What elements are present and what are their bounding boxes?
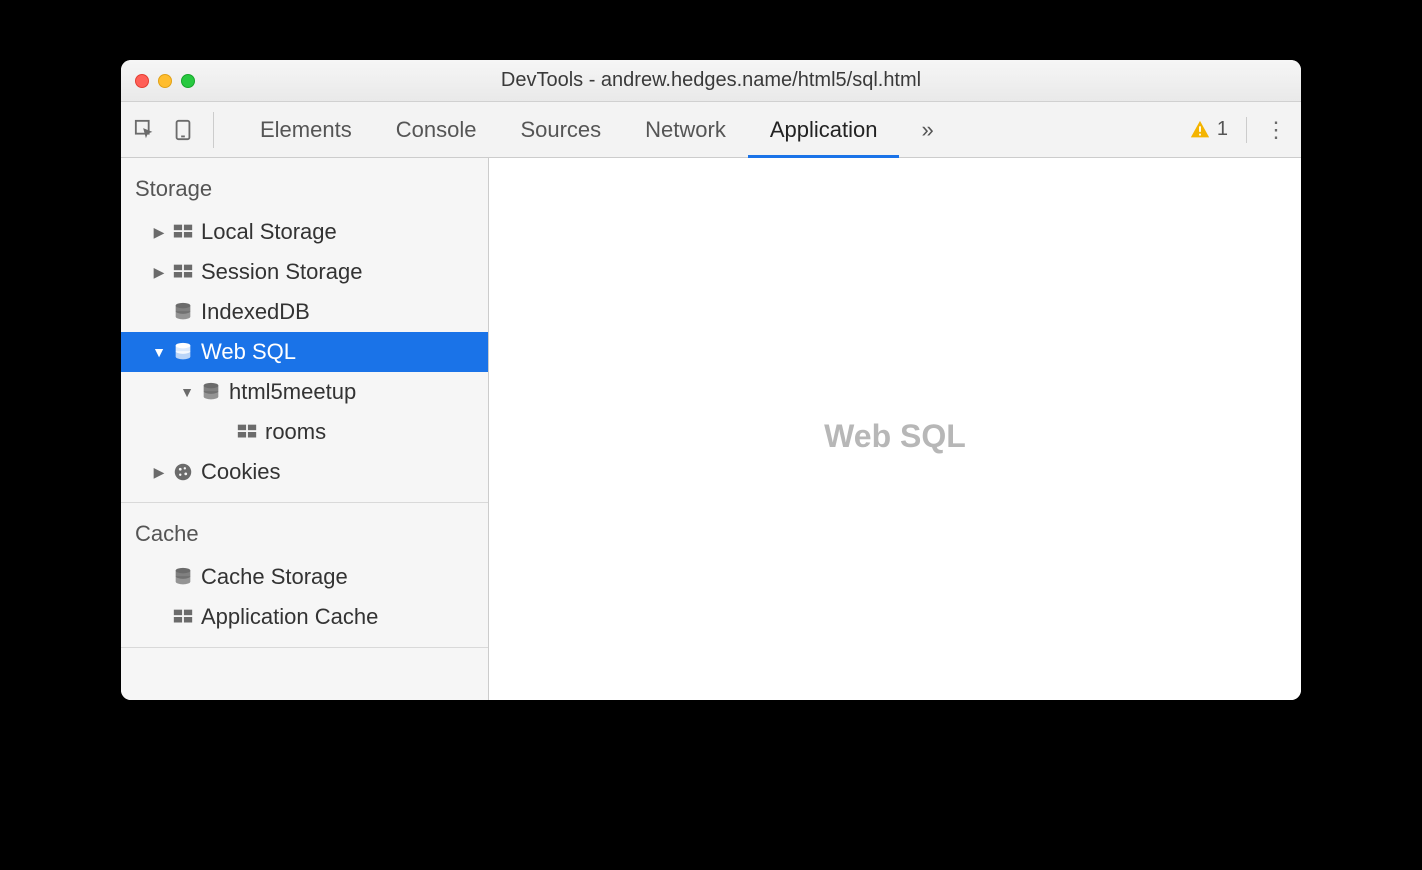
database-icon [171,300,195,324]
section-header-storage: Storage [121,158,488,212]
tree-item-label: rooms [265,419,326,445]
tree-item-session-storage[interactable]: ▶ Session Storage [121,252,488,292]
expand-icon: ▶ [153,224,165,241]
tree-item-label: Cache Storage [201,564,348,590]
minimize-window-button[interactable] [158,74,172,88]
tab-label: Application [770,117,878,143]
table-icon [171,605,195,629]
tree-item-local-storage[interactable]: ▶ Local Storage [121,212,488,252]
tree-item-label: Web SQL [201,339,296,365]
warning-count: 1 [1217,118,1228,141]
sidebar-section-cache: Cache ▶ Cache Storage ▶ Application Cach… [121,503,488,648]
device-toggle-icon[interactable] [171,118,195,142]
titlebar: DevTools - andrew.hedges.name/html5/sql.… [121,60,1301,102]
main-placeholder-text: Web SQL [489,418,1301,455]
devtools-toolbar: Elements Console Sources Network Applica… [121,102,1301,158]
tree-item-label: html5meetup [229,379,356,405]
tree-item-label: IndexedDB [201,299,310,325]
window-controls [121,74,195,88]
zoom-window-button[interactable] [181,74,195,88]
warning-icon [1189,119,1211,141]
main-panel: Web SQL [489,158,1301,700]
more-tabs-icon[interactable]: » [921,117,933,143]
database-icon [199,380,223,404]
tree-item-cache-storage[interactable]: ▶ Cache Storage [121,557,488,597]
close-window-button[interactable] [135,74,149,88]
table-icon [235,420,259,444]
window-title: DevTools - andrew.hedges.name/html5/sql.… [121,69,1301,92]
tab-application[interactable]: Application [748,102,900,157]
cookie-icon [171,460,195,484]
tree-item-web-sql[interactable]: ▼ Web SQL [121,332,488,372]
section-header-cache: Cache [121,503,488,557]
tree-item-label: Application Cache [201,604,378,630]
collapse-icon: ▼ [181,384,193,400]
tree-item-label: Session Storage [201,259,362,285]
devtools-window: DevTools - andrew.hedges.name/html5/sql.… [121,60,1301,700]
tree-item-application-cache[interactable]: ▶ Application Cache [121,597,488,637]
tree-item-web-sql-table[interactable]: ▶ rooms [121,412,488,452]
tree-item-web-sql-database[interactable]: ▼ html5meetup [121,372,488,412]
tab-label: Elements [260,117,352,143]
tree-item-label: Local Storage [201,219,337,245]
panel-tabs: Elements Console Sources Network Applica… [238,102,899,157]
inspect-element-icon[interactable] [133,118,157,142]
tab-label: Sources [520,117,601,143]
collapse-icon: ▼ [153,344,165,360]
expand-icon: ▶ [153,464,165,481]
table-icon [171,260,195,284]
toolbar-divider [1246,117,1247,143]
tab-sources[interactable]: Sources [498,102,623,157]
settings-menu-icon[interactable]: ⋮ [1265,117,1289,143]
database-icon [171,340,195,364]
tab-network[interactable]: Network [623,102,748,157]
tree-item-label: Cookies [201,459,280,485]
tree-item-cookies[interactable]: ▶ Cookies [121,452,488,492]
tab-label: Console [396,117,477,143]
tab-elements[interactable]: Elements [238,102,374,157]
tab-label: Network [645,117,726,143]
tree-item-indexeddb[interactable]: ▶ IndexedDB [121,292,488,332]
table-icon [171,220,195,244]
sidebar: Storage ▶ Local Storage ▶ Session Storag… [121,158,489,700]
sidebar-section-storage: Storage ▶ Local Storage ▶ Session Storag… [121,158,488,503]
database-icon [171,565,195,589]
expand-icon: ▶ [153,264,165,281]
warnings-indicator[interactable]: 1 [1189,118,1228,141]
content-area: Storage ▶ Local Storage ▶ Session Storag… [121,158,1301,700]
tab-console[interactable]: Console [374,102,499,157]
